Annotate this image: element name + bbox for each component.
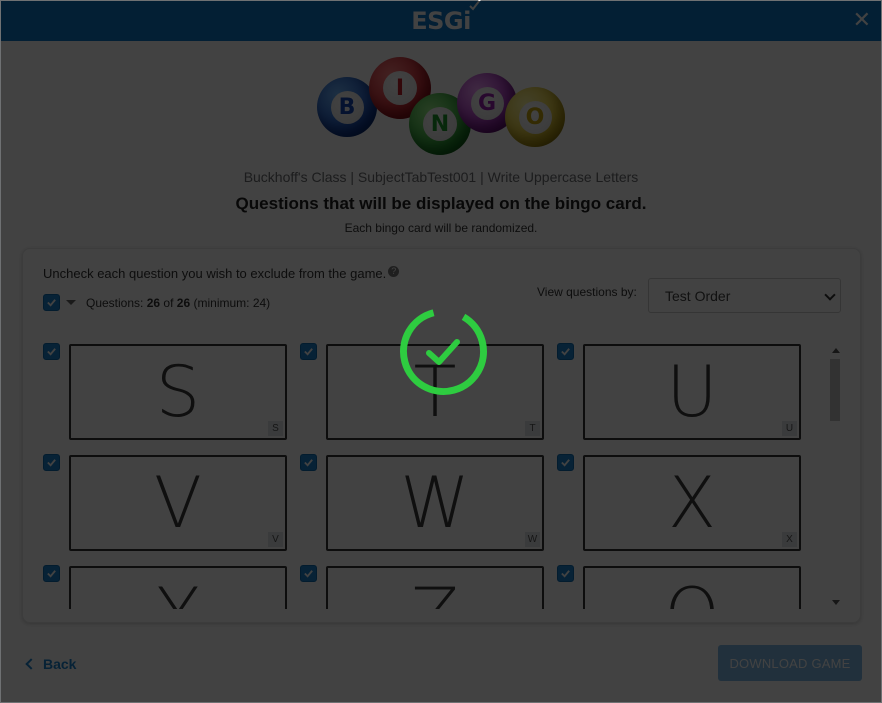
scroll-down-icon[interactable]: [832, 600, 840, 605]
header-bar: ESGi ✕: [1, 0, 881, 41]
question-letter: Z: [328, 568, 542, 609]
scrollbar[interactable]: [829, 345, 841, 605]
chevron-down-icon[interactable]: [66, 300, 76, 305]
check-icon: [47, 348, 56, 356]
question-card[interactable]: YY: [69, 566, 287, 609]
question-tag: V: [268, 532, 283, 547]
view-by-label: View questions by:: [537, 285, 637, 299]
check-icon: [561, 570, 570, 578]
bingo-game-window: ESGi ✕ B I N G O Buckhoff's Class | Subj…: [0, 0, 882, 703]
class-subject-test-line: Buckhoff's Class | SubjectTabTest001 | W…: [243, 169, 639, 185]
close-icon[interactable]: ✕: [853, 9, 871, 31]
bingo-letter: O: [518, 100, 552, 134]
question-letter: V: [154, 462, 202, 544]
question-card[interactable]: XX: [583, 455, 801, 551]
bingo-letter: N: [422, 106, 458, 142]
selected-count: 26: [146, 295, 161, 310]
check-icon: [561, 348, 570, 356]
question-tag: W: [525, 532, 540, 547]
bingo-ball-o: O: [505, 87, 565, 147]
check-icon: [561, 459, 570, 467]
bingo-letter: G: [470, 86, 504, 120]
question-checkbox[interactable]: [43, 454, 60, 471]
check-icon: [304, 459, 313, 467]
question-checkbox[interactable]: [43, 565, 60, 582]
question-letter: S: [155, 351, 201, 433]
bingo-ball-b: B: [317, 77, 377, 137]
scroll-up-icon[interactable]: [832, 348, 840, 353]
total-count: 26: [176, 295, 191, 310]
help-icon[interactable]: ?: [388, 266, 400, 277]
question-checkbox[interactable]: [557, 343, 574, 360]
question-letter: X: [668, 462, 716, 544]
loading-spinner-icon: [400, 308, 487, 395]
question-card[interactable]: OO: [583, 566, 801, 609]
bingo-letter: B: [330, 90, 364, 124]
logo-text: ESGi: [411, 7, 471, 35]
chevron-down-icon: [824, 289, 836, 301]
minimum-label: (minimum: 24): [193, 295, 271, 310]
back-button[interactable]: Back: [25, 656, 77, 672]
check-icon: [47, 570, 56, 578]
logo-check-icon: [469, 0, 481, 11]
download-game-button[interactable]: DOWNLOAD GAME: [718, 645, 862, 681]
question-letter: O: [585, 568, 799, 609]
check-icon: [47, 459, 56, 467]
scrollbar-thumb[interactable]: [830, 359, 840, 421]
question-tag: X: [782, 532, 797, 547]
question-checkbox[interactable]: [300, 343, 317, 360]
back-label: Back: [43, 656, 77, 672]
question-card[interactable]: UU: [583, 344, 801, 440]
view-by-value: Test Order: [665, 287, 731, 304]
question-letter: Y: [71, 568, 285, 609]
select-all-checkbox[interactable]: [43, 294, 60, 311]
question-card[interactable]: WW: [326, 455, 544, 551]
question-letter: U: [666, 351, 718, 433]
instruction-text: Uncheck each question you wish to exclud…: [43, 266, 400, 281]
page-title: Questions that will be displayed on the …: [235, 194, 647, 213]
check-icon: [304, 348, 313, 356]
question-card[interactable]: VV: [69, 455, 287, 551]
question-tag: U: [782, 421, 797, 436]
of-label: of: [163, 295, 174, 310]
question-tag: S: [268, 421, 283, 436]
esgi-logo: ESGi: [411, 0, 481, 35]
select-all-row: Questions: 26 of 26 (minimum: 24): [43, 294, 270, 311]
question-card[interactable]: ZZ: [326, 566, 544, 609]
instruction-label: Uncheck each question you wish to exclud…: [43, 266, 387, 281]
question-checkbox[interactable]: [300, 565, 317, 582]
question-card[interactable]: SS: [69, 344, 287, 440]
question-checkbox[interactable]: [557, 565, 574, 582]
check-icon: [304, 570, 313, 578]
check-icon: [47, 299, 56, 307]
question-tag: T: [525, 421, 540, 436]
question-checkbox[interactable]: [557, 454, 574, 471]
question-checkbox[interactable]: [300, 454, 317, 471]
randomized-note: Each bingo card will be randomized.: [344, 221, 538, 235]
question-checkbox[interactable]: [43, 343, 60, 360]
bingo-letter: I: [382, 70, 418, 106]
bingo-logo: B I N G O: [313, 57, 571, 157]
questions-count: Questions: 26 of 26 (minimum: 24): [86, 296, 270, 310]
question-letter: W: [400, 462, 470, 544]
chevron-left-icon: [25, 658, 37, 670]
questions-label: Questions:: [86, 295, 144, 310]
view-by-select[interactable]: Test Order: [648, 278, 841, 313]
